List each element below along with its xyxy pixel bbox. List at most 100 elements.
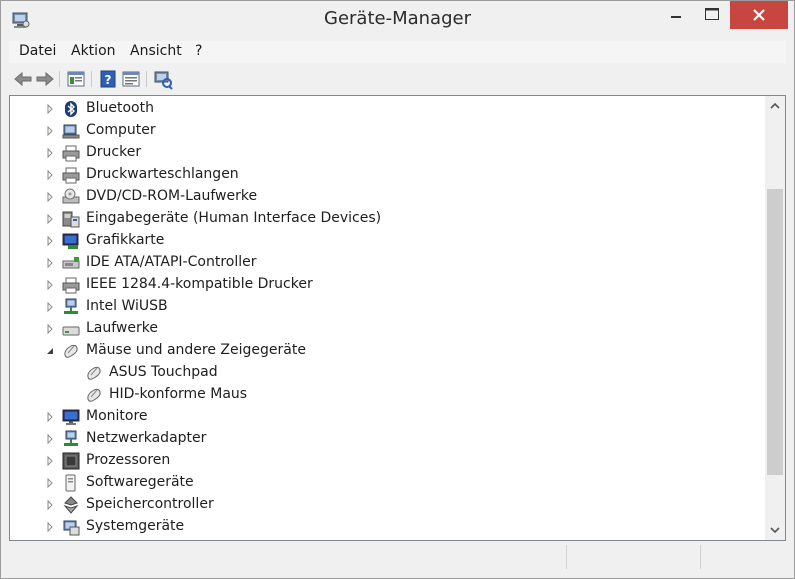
- network-icon: [64, 430, 78, 446]
- tree-item-label: Druckwarteschlangen: [86, 166, 239, 182]
- tree-category[interactable]: Laufwerke: [10, 318, 760, 340]
- vertical-scrollbar[interactable]: [765, 96, 785, 540]
- collapsed-triangle-icon[interactable]: [45, 214, 55, 224]
- collapsed-triangle-icon[interactable]: [45, 192, 55, 202]
- mouse-icon: [87, 388, 101, 402]
- tree-category[interactable]: Grafikkarte: [10, 230, 760, 252]
- tree-item-label: IDE ATA/ATAPI-Controller: [86, 254, 257, 270]
- collapsed-triangle-icon[interactable]: [45, 500, 55, 510]
- properties-button[interactable]: [65, 68, 87, 90]
- menu-datei[interactable]: Datei: [19, 43, 56, 59]
- hid-icon: [62, 211, 80, 228]
- toolbar-separator: [146, 71, 147, 87]
- minimize-icon: [671, 16, 681, 18]
- tree-item-label: Softwaregeräte: [86, 474, 194, 490]
- properties-icon: [67, 71, 85, 87]
- maximize-button[interactable]: [696, 1, 727, 29]
- monitor-icon: [62, 409, 80, 425]
- tree-category[interactable]: Bluetooth: [10, 98, 760, 120]
- menu-aktion[interactable]: Aktion: [71, 43, 116, 59]
- tree-category[interactable]: Systemgeräte: [10, 516, 760, 538]
- collapsed-triangle-icon[interactable]: [45, 126, 55, 136]
- view-icon: [122, 71, 140, 87]
- close-button[interactable]: [730, 1, 788, 29]
- collapsed-triangle-icon[interactable]: [45, 434, 55, 444]
- collapsed-triangle-icon[interactable]: [45, 236, 55, 246]
- back-arrow-icon: [14, 71, 32, 87]
- chevron-down-icon: [770, 527, 780, 534]
- ide-controller-icon: [62, 257, 80, 269]
- network-icon: [64, 298, 78, 314]
- device-manager-window: Geräte-Manager Datei Aktion Ansicht ? ? …: [0, 0, 795, 579]
- tree-category[interactable]: Softwaregeräte: [10, 472, 760, 494]
- collapsed-triangle-icon[interactable]: [45, 302, 55, 312]
- tree-category[interactable]: Drucker: [10, 142, 760, 164]
- tree-item-label: Speichercontroller: [86, 496, 214, 512]
- tree-category[interactable]: Eingabegeräte (Human Interface Devices): [10, 208, 760, 230]
- help-button[interactable]: ?: [97, 68, 119, 90]
- mouse-icon: [64, 344, 78, 358]
- collapsed-triangle-icon[interactable]: [45, 456, 55, 466]
- tree-device[interactable]: ASUS Touchpad: [10, 362, 760, 384]
- svg-text:?: ?: [105, 73, 112, 87]
- chevron-up-icon: [770, 102, 780, 109]
- forward-button[interactable]: [34, 68, 56, 90]
- expanded-triangle-icon[interactable]: [45, 346, 55, 356]
- disk-drive-icon: [62, 326, 80, 336]
- tree-item-label: Mäuse und andere Zeigegeräte: [86, 342, 306, 358]
- tree-item-label: Bluetooth: [86, 100, 154, 116]
- tree-category[interactable]: DVD/CD-ROM-Laufwerke: [10, 186, 760, 208]
- collapsed-triangle-icon[interactable]: [45, 478, 55, 488]
- processor-icon: [62, 452, 80, 470]
- scan-hardware-button[interactable]: [152, 68, 174, 90]
- tree-category[interactable]: Prozessoren: [10, 450, 760, 472]
- menu-ansicht[interactable]: Ansicht: [130, 43, 182, 59]
- device-tree[interactable]: Bluetooth Computer Drucker Druckwarteschlan…: [9, 95, 786, 541]
- tree-item-label: Computer: [86, 122, 156, 138]
- tree-item-label: Monitore: [86, 408, 148, 424]
- tree-category[interactable]: Intel WiUSB: [10, 296, 760, 318]
- back-button[interactable]: [12, 68, 34, 90]
- scrollbar-thumb[interactable]: [767, 189, 783, 475]
- toolbar-separator: [91, 71, 92, 87]
- forward-arrow-icon: [36, 71, 54, 87]
- menu-bar: Datei Aktion Ansicht ?: [9, 41, 786, 63]
- tree-category[interactable]: IDE ATA/ATAPI-Controller: [10, 252, 760, 274]
- toolbar: ?: [9, 65, 786, 93]
- printer-icon: [62, 167, 80, 184]
- scroll-down-button[interactable]: [765, 520, 785, 540]
- collapsed-triangle-icon[interactable]: [45, 148, 55, 158]
- software-device-icon: [65, 474, 76, 492]
- collapsed-triangle-icon[interactable]: [45, 324, 55, 334]
- tree-category[interactable]: IEEE 1284.4-kompatible Drucker: [10, 274, 760, 296]
- collapsed-triangle-icon[interactable]: [45, 280, 55, 290]
- tree-item-label: Prozessoren: [86, 452, 171, 468]
- tree-category[interactable]: Speichercontroller: [10, 494, 760, 516]
- tree-category[interactable]: Druckwarteschlangen: [10, 164, 760, 186]
- mouse-icon: [87, 366, 101, 380]
- collapsed-triangle-icon[interactable]: [45, 258, 55, 268]
- scroll-up-button[interactable]: [765, 96, 785, 116]
- tree-item-label: Intel WiUSB: [86, 298, 168, 314]
- collapsed-triangle-icon[interactable]: [45, 104, 55, 114]
- tree-item-label: Grafikkarte: [86, 232, 165, 248]
- tree-category[interactable]: Netzwerkadapter: [10, 428, 760, 450]
- collapsed-triangle-icon[interactable]: [45, 412, 55, 422]
- tree-device[interactable]: HID-konforme Maus: [10, 384, 760, 406]
- tree-category[interactable]: Computer: [10, 120, 760, 142]
- menu-help[interactable]: ?: [195, 43, 202, 59]
- view-button[interactable]: [120, 68, 142, 90]
- tree-item-label: Eingabegeräte (Human Interface Devices): [86, 210, 382, 226]
- collapsed-triangle-icon[interactable]: [45, 170, 55, 180]
- title-bar[interactable]: Geräte-Manager: [1, 1, 794, 39]
- tree-category[interactable]: Monitore: [10, 406, 760, 428]
- tree-item-label: IEEE 1284.4-kompatible Drucker: [86, 276, 313, 292]
- tree-item-label: ASUS Touchpad: [109, 364, 218, 380]
- storage-controller-icon: [63, 496, 79, 514]
- collapsed-triangle-icon[interactable]: [45, 522, 55, 532]
- bluetooth-icon: [65, 101, 77, 117]
- minimize-button[interactable]: [661, 1, 692, 29]
- tree-category[interactable]: Mäuse und andere Zeigegeräte: [10, 340, 760, 362]
- tree-item-label: DVD/CD-ROM-Laufwerke: [86, 188, 258, 204]
- scan-hardware-icon: [154, 71, 173, 90]
